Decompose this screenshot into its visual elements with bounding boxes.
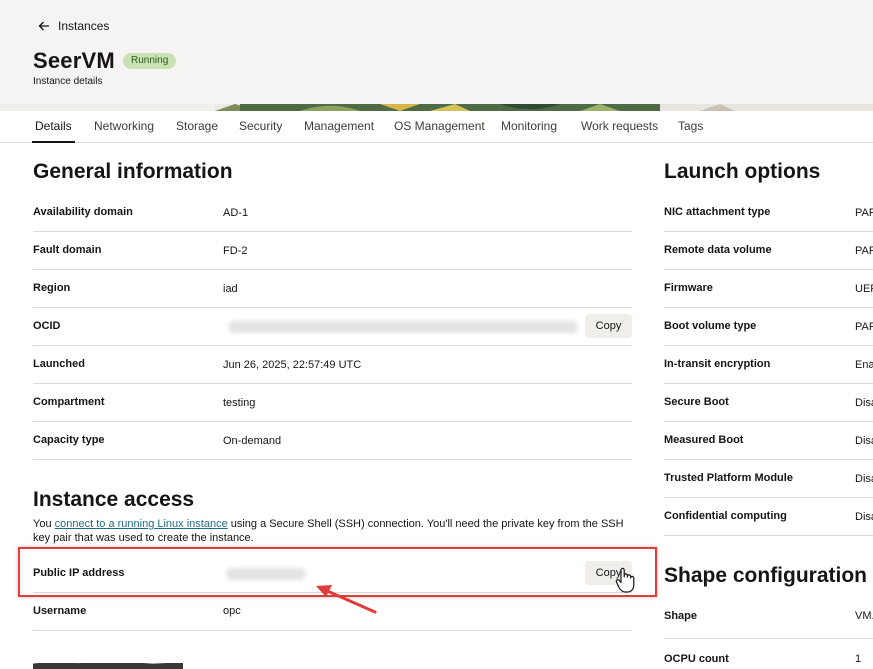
field-label: In-transit encryption xyxy=(664,358,771,370)
instance-access-description: You connect to a running Linux instance … xyxy=(33,517,633,545)
shape-configuration-heading: Shape configuration xyxy=(664,564,868,587)
tab-tags[interactable]: Tags xyxy=(678,119,703,133)
field-value: PAR xyxy=(855,245,873,257)
field-value: AD-1 xyxy=(223,207,249,219)
ocid-value-redacted xyxy=(228,321,578,333)
field-label: Shape xyxy=(664,610,698,622)
arrow-left-icon xyxy=(38,21,49,31)
field-value: PAR xyxy=(855,321,873,333)
field-label: Confidential computing xyxy=(664,510,787,522)
shape-configuration-table: Shape VM. OCPU count 1 xyxy=(664,598,873,669)
table-row: Remote data volume PAR xyxy=(664,232,873,270)
field-value: testing xyxy=(223,397,256,409)
launch-options-heading: Launch options xyxy=(664,160,821,183)
table-row: Measured Boot Disa xyxy=(664,422,873,460)
field-value: UEF xyxy=(855,283,873,295)
launch-options-table: NIC attachment type PAR Remote data volum… xyxy=(664,194,873,536)
field-value: PAR xyxy=(855,207,873,219)
tab-monitoring[interactable]: Monitoring xyxy=(501,119,557,133)
field-label: Username xyxy=(33,605,87,617)
annotation-arrow-icon xyxy=(316,585,377,614)
table-row: Launched Jun 26, 2025, 22:57:49 UTC xyxy=(33,346,632,384)
hand-cursor-icon xyxy=(615,567,635,593)
instance-access-heading: Instance access xyxy=(33,488,195,511)
page-subtitle: Instance details xyxy=(33,76,103,87)
tab-networking[interactable]: Networking xyxy=(94,119,154,133)
field-label: Remote data volume xyxy=(664,244,772,256)
table-row: Compartment testing xyxy=(33,384,632,422)
field-value: Disa xyxy=(855,397,873,409)
table-row: Availability domain AD-1 xyxy=(33,194,632,232)
field-value: iad xyxy=(223,283,238,295)
status-badge: Running xyxy=(123,53,177,69)
page-title: SeerVM xyxy=(33,48,115,73)
field-value: Disa xyxy=(855,435,873,447)
description-text: You xyxy=(33,518,55,530)
table-row: OCID Copy xyxy=(33,308,632,346)
table-row: Confidential computing Disa xyxy=(664,498,873,536)
table-row: Secure Boot Disa xyxy=(664,384,873,422)
table-row: Trusted Platform Module Disa xyxy=(664,460,873,498)
field-label: Firmware xyxy=(664,282,713,294)
table-row: Shape VM. xyxy=(664,598,873,639)
field-label: Compartment xyxy=(33,396,105,408)
field-value: opc xyxy=(223,605,241,617)
field-value: Disa xyxy=(855,511,873,523)
tab-management[interactable]: Management xyxy=(304,119,374,133)
table-row: NIC attachment type PAR xyxy=(664,194,873,232)
field-label: Region xyxy=(33,282,71,294)
field-label: Measured Boot xyxy=(664,434,744,446)
table-row: Firmware UEF xyxy=(664,270,873,308)
field-label: Fault domain xyxy=(33,244,102,256)
field-value: Disa xyxy=(855,473,873,485)
field-label: Availability domain xyxy=(33,206,133,218)
general-information-heading: General information xyxy=(33,160,233,183)
field-value: Ena xyxy=(855,359,873,371)
field-value: On-demand xyxy=(223,435,282,447)
tab-work-requests[interactable]: Work requests xyxy=(581,119,658,133)
tab-os-management[interactable]: OS Management xyxy=(394,119,485,133)
tab-bar: Details Networking Storage Security Mana… xyxy=(0,111,873,143)
field-label: NIC attachment type xyxy=(664,206,771,218)
field-value: 1 xyxy=(855,653,862,665)
field-label: Trusted Platform Module xyxy=(664,472,793,484)
next-section-heading-cut xyxy=(33,660,193,669)
table-row: Fault domain FD-2 xyxy=(33,232,632,270)
field-value: FD-2 xyxy=(223,245,248,257)
tab-details[interactable]: Details xyxy=(32,119,75,143)
decorative-banner xyxy=(0,104,873,111)
back-to-instances-link[interactable]: Instances xyxy=(37,17,109,35)
field-label: OCID xyxy=(33,320,61,332)
field-label: Boot volume type xyxy=(664,320,757,332)
field-label: Launched xyxy=(33,358,85,370)
field-label: Secure Boot xyxy=(664,396,729,408)
field-value: Jun 26, 2025, 22:57:49 UTC xyxy=(223,359,362,371)
general-information-table: Availability domain AD-1 Fault domain FD… xyxy=(33,194,632,460)
tab-storage[interactable]: Storage xyxy=(176,119,218,133)
table-row: Capacity type On-demand xyxy=(33,422,632,460)
table-row: Boot volume type PAR xyxy=(664,308,873,346)
back-link-label: Instances xyxy=(58,19,110,33)
table-row: OCPU count 1 xyxy=(664,639,873,669)
field-label: OCPU count xyxy=(664,653,729,665)
table-row: In-transit encryption Ena xyxy=(664,346,873,384)
field-value: VM. xyxy=(855,610,873,622)
copy-ocid-button[interactable]: Copy xyxy=(585,314,632,338)
tab-security[interactable]: Security xyxy=(239,119,282,133)
table-row: Region iad xyxy=(33,270,632,308)
field-label: Capacity type xyxy=(33,434,105,446)
connect-linux-instance-link[interactable]: connect to a running Linux instance xyxy=(55,518,228,530)
